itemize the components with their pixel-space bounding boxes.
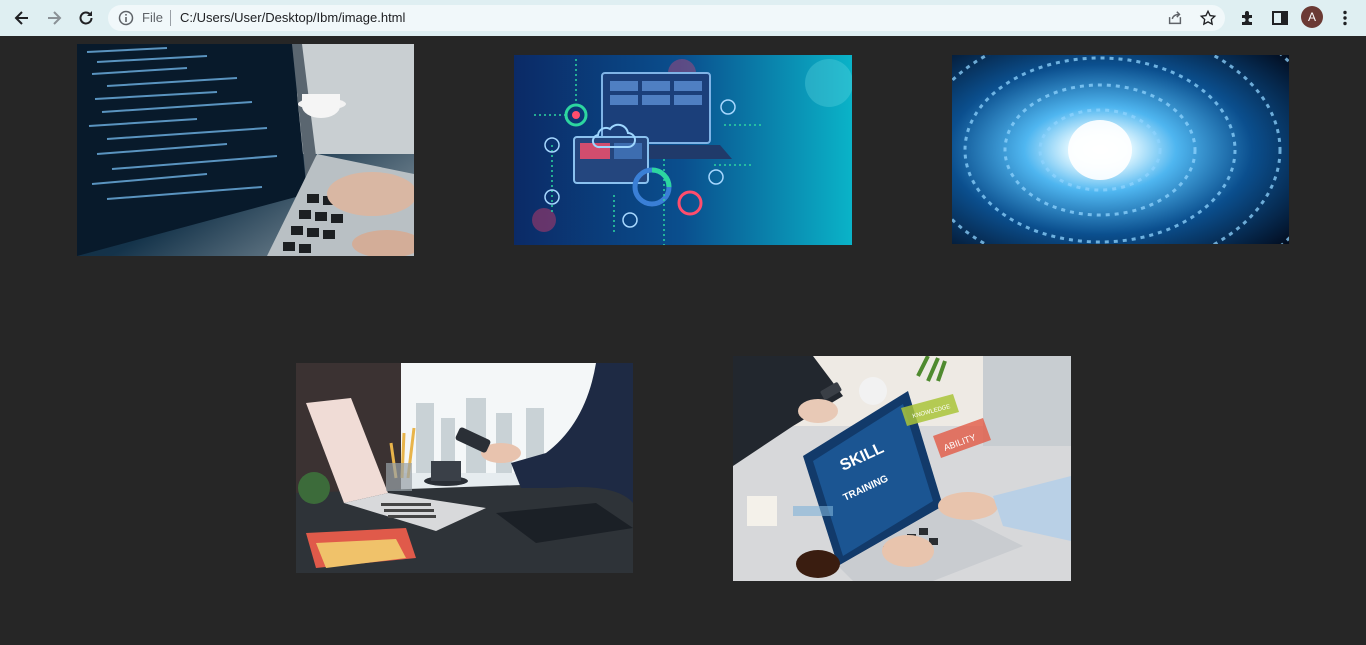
back-arrow-icon	[14, 11, 28, 25]
side-panel-icon	[1272, 11, 1288, 25]
skill-training-laptop-image: SKILL TRAINING KNOWLEDGE ABILITY	[733, 356, 1071, 581]
forward-arrow-icon	[48, 11, 62, 25]
url-divider	[170, 10, 171, 26]
info-icon[interactable]	[118, 10, 134, 26]
address-bar[interactable]: File C:/Users/User/Desktop/Ibm/image.htm…	[108, 5, 1225, 31]
laptop-desk-phone-image	[296, 363, 633, 573]
extensions-icon	[1242, 11, 1252, 25]
profile-avatar[interactable]: A	[1301, 6, 1323, 28]
browser-toolbar: File C:/Users/User/Desktop/Ibm/image.htm…	[0, 0, 1366, 36]
browser-menu-button[interactable]	[1332, 5, 1358, 31]
reload-button[interactable]	[73, 5, 99, 31]
laptop-coding-image	[77, 44, 414, 256]
digital-devices-illustration	[514, 55, 852, 245]
kebab-menu-icon	[1343, 10, 1347, 26]
forward-button[interactable]	[41, 5, 67, 31]
back-button[interactable]	[9, 5, 35, 31]
side-panel-button[interactable]	[1267, 5, 1293, 31]
star-icon	[1199, 9, 1217, 26]
url-text[interactable]: C:/Users/User/Desktop/Ibm/image.html	[180, 10, 405, 26]
bookmark-button[interactable]	[1198, 8, 1218, 28]
share-button[interactable]	[1165, 8, 1185, 28]
reload-icon	[79, 11, 93, 25]
share-icon	[1168, 11, 1182, 25]
binary-tunnel-image	[952, 55, 1289, 244]
extensions-button[interactable]	[1235, 5, 1261, 31]
url-scheme-label: File	[142, 10, 163, 25]
